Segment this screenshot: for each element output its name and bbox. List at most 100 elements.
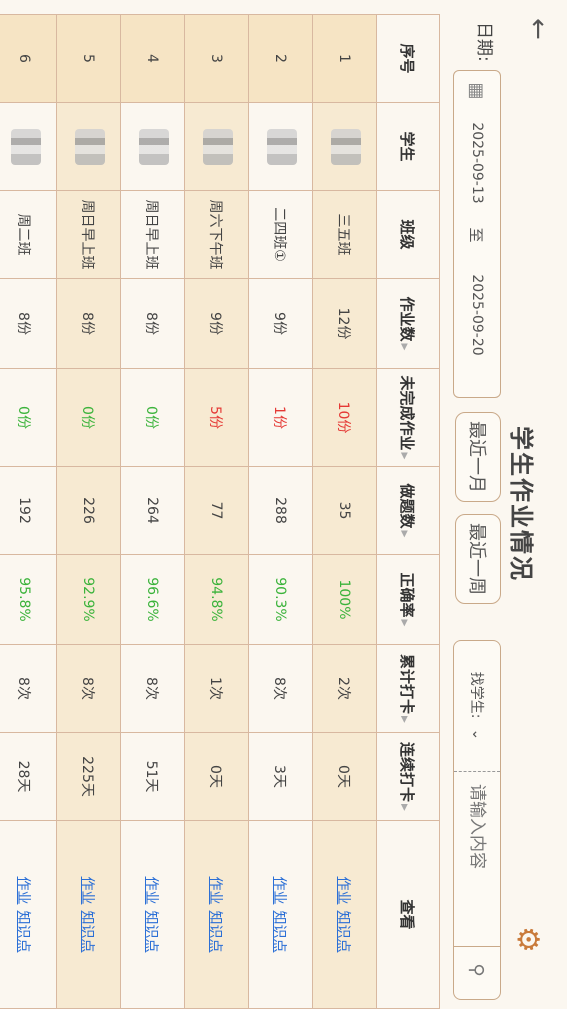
- homework-count-cell: 9份: [248, 278, 313, 369]
- student-avatar-blurred: [312, 102, 377, 191]
- class-cell: 周六下午班: [184, 190, 249, 279]
- streak-cell: 0天: [312, 732, 377, 821]
- total-checkin-cell: 2次: [312, 644, 377, 733]
- sort-icon[interactable]: ▶: [400, 716, 410, 723]
- total-checkin-cell: 8次: [0, 644, 57, 733]
- accuracy-cell: 96.6%: [120, 554, 185, 645]
- class-cell: 周二班: [0, 190, 57, 279]
- homework-link[interactable]: 作业: [208, 877, 224, 905]
- homework-link[interactable]: 作业: [144, 877, 160, 905]
- streak-cell: 0天: [184, 732, 249, 821]
- total-checkin-cell: 8次: [248, 644, 313, 733]
- homework-count-cell: 8份: [56, 278, 121, 369]
- row-index: 1: [312, 14, 377, 103]
- student-avatar-blurred: [56, 102, 121, 191]
- unfinished-cell: 0份: [56, 368, 121, 467]
- streak-cell: 51天: [120, 732, 185, 821]
- questions-cell: 192: [0, 466, 57, 555]
- table-row: 4 周日早上班 8份 0份 264 96.6% 8次 51天 作业知识点: [120, 14, 185, 1009]
- row-index: 3: [184, 14, 249, 103]
- total-checkin-cell: 8次: [120, 644, 185, 733]
- homework-link[interactable]: 作业: [80, 877, 96, 905]
- settings-gear-icon[interactable]: ⚙: [510, 926, 545, 953]
- row-index: 5: [56, 14, 121, 103]
- end-date[interactable]: 2025-09-20: [469, 255, 485, 375]
- col-unfinished[interactable]: 未完成作业▶: [376, 368, 440, 467]
- col-streak[interactable]: 连续打卡▶: [376, 732, 440, 821]
- homework-link[interactable]: 作业: [16, 877, 32, 905]
- homework-count-cell: 8份: [0, 278, 57, 369]
- col-total-checkin[interactable]: 累计打卡▶: [376, 644, 440, 733]
- accuracy-cell: 92.9%: [56, 554, 121, 645]
- row-index: 4: [120, 14, 185, 103]
- col-questions[interactable]: 做题数▶: [376, 466, 440, 555]
- table-header-row: 序号 学生 班级 作业数▶ 未完成作业▶ 做题数▶ 正确率▶ 累计打卡▶ 连续打…: [376, 14, 440, 1009]
- homework-count-cell: 8份: [120, 278, 185, 369]
- table-row: 1 三五班 12份 10份 35 100% 2次 0天 作业知识点: [312, 14, 377, 1009]
- student-avatar-blurred: [184, 102, 249, 191]
- row-index: 2: [248, 14, 313, 103]
- col-class: 班级: [376, 190, 440, 279]
- row-index: 6: [0, 14, 57, 103]
- sort-icon[interactable]: ▶: [400, 531, 410, 538]
- sort-icon[interactable]: ▶: [400, 804, 410, 811]
- questions-cell: 77: [184, 466, 249, 555]
- homework-link[interactable]: 作业: [336, 877, 352, 905]
- sort-icon[interactable]: ▶: [400, 453, 410, 460]
- total-checkin-cell: 1次: [184, 644, 249, 733]
- chevron-down-icon: ⌄: [469, 728, 485, 741]
- knowledge-link[interactable]: 知识点: [208, 911, 224, 953]
- homework-link[interactable]: 作业: [272, 877, 288, 905]
- sort-icon[interactable]: ▶: [400, 620, 410, 627]
- date-label: 日期:: [474, 22, 494, 62]
- questions-cell: 288: [248, 466, 313, 555]
- streak-cell: 28天: [0, 732, 57, 821]
- knowledge-link[interactable]: 知识点: [80, 911, 96, 953]
- view-cell: 作业知识点: [0, 820, 57, 1009]
- class-cell: 二四班①: [248, 190, 313, 279]
- calendar-icon: ▦: [466, 82, 488, 100]
- col-student: 学生: [376, 102, 440, 191]
- col-view: 查看: [376, 820, 440, 1009]
- date-to-label: 至: [467, 227, 486, 243]
- view-cell: 作业知识点: [248, 820, 313, 1009]
- homework-count-cell: 9份: [184, 278, 249, 369]
- accuracy-cell: 95.8%: [0, 554, 57, 645]
- questions-cell: 264: [120, 466, 185, 555]
- date-range-picker[interactable]: ▦ 2025-09-13 至 2025-09-20: [453, 70, 501, 398]
- class-cell: 周日早上班: [120, 190, 185, 279]
- total-checkin-cell: 8次: [56, 644, 121, 733]
- search-input[interactable]: [466, 772, 488, 946]
- student-avatar-blurred: [248, 102, 313, 191]
- recent-week-button[interactable]: 最近一周: [455, 514, 501, 604]
- class-cell: 周日早上班: [56, 190, 121, 279]
- knowledge-link[interactable]: 知识点: [16, 911, 32, 953]
- student-avatar-blurred: [0, 102, 57, 191]
- view-cell: 作业知识点: [312, 820, 377, 1009]
- accuracy-cell: 90.3%: [248, 554, 313, 645]
- table-row: 6 周二班 8份 0份 192 95.8% 8次 28天 作业知识点: [0, 14, 57, 1009]
- class-cell: 三五班: [312, 190, 377, 279]
- unfinished-cell: 1份: [248, 368, 313, 467]
- search-icon[interactable]: ⚲: [454, 946, 500, 993]
- col-accuracy[interactable]: 正确率▶: [376, 554, 440, 645]
- view-cell: 作业知识点: [56, 820, 121, 1009]
- landscape-stage: ← 学生作业情况 ⚙ 日期: ▦ 2025-09-13 至 2025-09-20…: [0, 0, 567, 1009]
- unfinished-cell: 5份: [184, 368, 249, 467]
- student-select[interactable]: 找学生: ⌄: [454, 641, 500, 771]
- recent-month-button[interactable]: 最近一月: [455, 412, 501, 502]
- knowledge-link[interactable]: 知识点: [272, 911, 288, 953]
- start-date[interactable]: 2025-09-13: [469, 111, 485, 215]
- knowledge-link[interactable]: 知识点: [336, 911, 352, 953]
- table-row: 3 周六下午班 9份 5份 77 94.8% 1次 0天 作业知识点: [184, 14, 249, 1009]
- view-cell: 作业知识点: [120, 820, 185, 1009]
- sort-icon[interactable]: ▶: [400, 344, 410, 351]
- student-search: 找学生: ⌄ ⚲: [453, 640, 501, 1000]
- unfinished-cell: 10份: [312, 368, 377, 467]
- questions-cell: 226: [56, 466, 121, 555]
- view-cell: 作业知识点: [184, 820, 249, 1009]
- col-homework-count[interactable]: 作业数▶: [376, 278, 440, 369]
- knowledge-link[interactable]: 知识点: [144, 911, 160, 953]
- homework-count-cell: 12份: [312, 278, 377, 369]
- student-select-label: 找学生:: [468, 671, 484, 719]
